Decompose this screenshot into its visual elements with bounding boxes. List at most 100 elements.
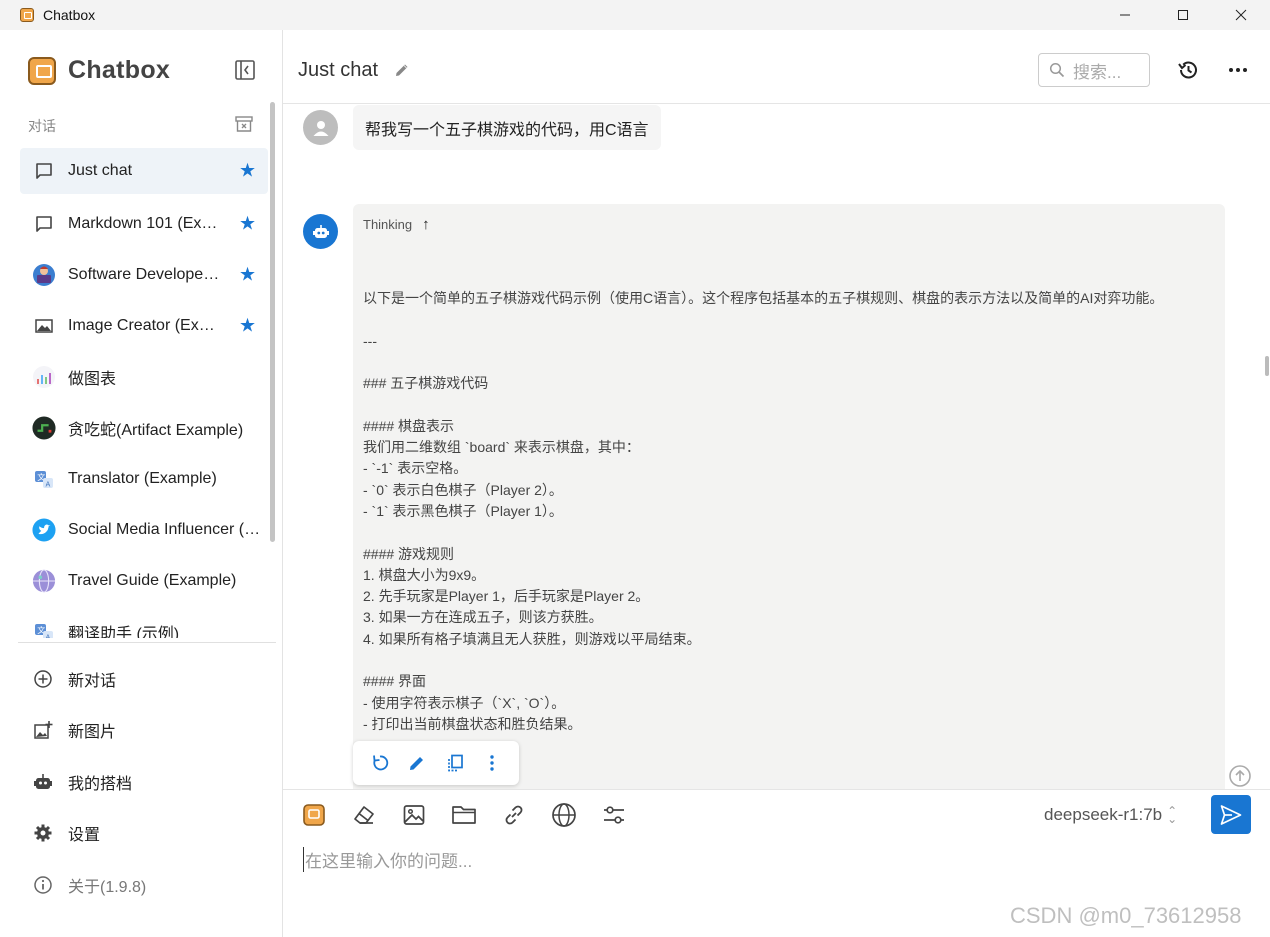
- translate-icon: 文A: [32, 620, 56, 638]
- message-line: #### 界面: [363, 673, 427, 690]
- assistant-message-text: 以下是一个简单的五子棋游戏代码示例（使用C语言）。这个程序包括基本的五子棋规则、…: [363, 288, 1215, 735]
- chat-settings-button[interactable]: [601, 802, 627, 828]
- message-line: [363, 394, 1215, 415]
- conversation-label: 做图表: [68, 370, 117, 388]
- message-line: 2. 先手玩家是Player 1，后手玩家是Player 2。: [363, 588, 650, 605]
- attach-link-button[interactable]: [501, 802, 527, 828]
- model-selector[interactable]: deepseek-r1:7b ⌃ ⌄: [1044, 805, 1177, 825]
- window-controls: [1096, 0, 1270, 30]
- maximize-icon: [1178, 10, 1188, 20]
- message-line: 3. 如果一方在连成五子，则该方获胜。: [363, 609, 603, 626]
- conversation-label: Software Developer (Example): [68, 265, 220, 283]
- attach-file-button[interactable]: [451, 802, 477, 828]
- star-icon[interactable]: ★: [239, 160, 256, 183]
- send-button[interactable]: [1211, 795, 1251, 834]
- regenerate-button[interactable]: [369, 752, 391, 774]
- conversation-item-software-developer[interactable]: Software Developer (Example) ★: [20, 249, 268, 300]
- collapse-sidebar-icon[interactable]: [234, 59, 256, 81]
- assistant-message: Thinking ↑ 以下是一个简单的五子棋游戏代码示例（使用C语言）。这个程序…: [353, 204, 1225, 789]
- message-input[interactable]: 在这里输入你的问题...: [303, 847, 472, 872]
- conversation-label: 翻译助手 (示例): [68, 625, 180, 639]
- about-button[interactable]: 关于(1.9.8): [32, 870, 146, 900]
- conversation-item-snake[interactable]: 贪吃蛇(Artifact Example): [20, 402, 268, 453]
- window-title: Chatbox: [43, 7, 96, 23]
- star-icon[interactable]: ★: [239, 212, 256, 235]
- link-icon: [505, 805, 523, 825]
- conversation-label: Translator (Example): [68, 469, 217, 487]
- message-line: - `-1` 表示空格。: [363, 460, 468, 477]
- minimize-icon: [1120, 14, 1130, 16]
- robot-icon: [32, 771, 54, 793]
- message-line: [363, 309, 1215, 330]
- vertical-dots-icon: [490, 755, 494, 771]
- clear-conversations-icon[interactable]: [234, 114, 254, 134]
- conversation-item-markdown-101[interactable]: Markdown 101 (Example) ★: [20, 198, 268, 249]
- developer-avatar-icon: [32, 263, 56, 287]
- new-chat-button[interactable]: 新对话: [32, 664, 116, 694]
- scroll-to-top-icon[interactable]: [1228, 764, 1252, 788]
- user-message: 帮我写一个五子棋游戏的代码，用C语言: [353, 105, 661, 150]
- conversation-item-image-creator[interactable]: Image Creator (Example) ★: [20, 300, 268, 351]
- new-chat-label: 新对话: [68, 673, 117, 690]
- assistant-avatar: [303, 214, 338, 249]
- gear-icon: [32, 822, 54, 844]
- conversation-label: Just chat: [68, 162, 133, 179]
- attach-image-button[interactable]: [401, 802, 427, 828]
- arrow-up-icon: ↑: [422, 216, 430, 233]
- plus-circle-icon: [32, 668, 54, 690]
- eraser-icon: [354, 806, 374, 824]
- conversation-list: Just chat ★ Markdown 101 (Example) ★ Sof…: [20, 148, 268, 638]
- close-icon: [1235, 9, 1247, 21]
- title-bar: Chatbox: [0, 0, 1270, 30]
- clear-context-button[interactable]: [351, 802, 377, 828]
- message-more-button[interactable]: [481, 752, 503, 774]
- copy-message-button[interactable]: [444, 752, 466, 774]
- message-actions-toolbar: [353, 741, 519, 785]
- message-line: #### 游戏规则: [363, 545, 455, 562]
- chat-title: Just chat: [298, 59, 379, 81]
- refresh-icon: [372, 755, 388, 771]
- message-line: - 打印出当前棋盘状态和胜负结果。: [363, 715, 582, 732]
- search-input[interactable]: 搜索...: [1038, 53, 1150, 87]
- more-options-icon[interactable]: [1226, 58, 1250, 82]
- thinking-toggle[interactable]: Thinking ↑: [363, 216, 430, 233]
- history-icon[interactable]: [1176, 58, 1200, 82]
- sidebar-scrollbar[interactable]: [270, 102, 275, 542]
- twitter-icon: [32, 517, 56, 542]
- conversation-item-translate-assistant[interactable]: 文A 翻译助手 (示例): [20, 606, 268, 638]
- svg-text:A: A: [46, 633, 51, 638]
- conversation-item-travel-guide[interactable]: Travel Guide (Example): [20, 555, 268, 606]
- message-list: 帮我写一个五子棋游戏的代码，用C语言 Thinking ↑ 以下是一个简单的五子…: [283, 105, 1270, 789]
- edit-message-button[interactable]: [406, 752, 428, 774]
- conversation-item-just-chat[interactable]: Just chat ★: [20, 148, 268, 194]
- input-area: deepseek-r1:7b ⌃ ⌄ 在这里输入你的问题... CSDN @m0_…: [283, 789, 1270, 937]
- new-image-button[interactable]: 新图片: [32, 715, 116, 745]
- about-label: 关于(1.9.8): [68, 879, 147, 896]
- translate-icon: 文A: [32, 467, 56, 491]
- web-search-button[interactable]: [551, 802, 577, 828]
- conversation-item-make-chart[interactable]: 做图表: [20, 351, 268, 402]
- edit-title-icon[interactable]: [393, 61, 411, 79]
- conversation-item-social-media[interactable]: Social Media Influencer (Example): [20, 504, 268, 555]
- settings-button[interactable]: 设置: [32, 818, 100, 848]
- message-line: ---: [363, 332, 377, 349]
- messages-scrollbar[interactable]: [1265, 356, 1269, 376]
- watermark: CSDN @m0_73612958: [1010, 903, 1242, 928]
- conversation-item-translator[interactable]: 文A Translator (Example): [20, 453, 268, 504]
- star-icon[interactable]: ★: [239, 314, 256, 337]
- maximize-button[interactable]: [1154, 0, 1212, 30]
- copilot-picker-button[interactable]: [301, 802, 327, 828]
- my-copilots-button[interactable]: 我的搭档: [32, 767, 132, 797]
- minimize-button[interactable]: [1096, 0, 1154, 30]
- conversation-label: Image Creator (Example): [68, 316, 220, 334]
- message-line: 我们用二维数组 `board` 来表示棋盘，其中：: [363, 439, 640, 456]
- sliders-icon: [604, 806, 624, 824]
- close-button[interactable]: [1212, 0, 1270, 30]
- chat-header: Just chat 搜索...: [283, 30, 1270, 104]
- add-photo-icon: [32, 719, 54, 741]
- message-line: - 使用字符表示棋子（`X`, `O`）。: [363, 694, 566, 711]
- chevron-up-down-icon: ⌃ ⌄: [1167, 804, 1178, 826]
- person-icon: [313, 120, 328, 136]
- message-line: ### 五子棋游戏代码: [363, 375, 489, 392]
- star-icon[interactable]: ★: [239, 263, 256, 286]
